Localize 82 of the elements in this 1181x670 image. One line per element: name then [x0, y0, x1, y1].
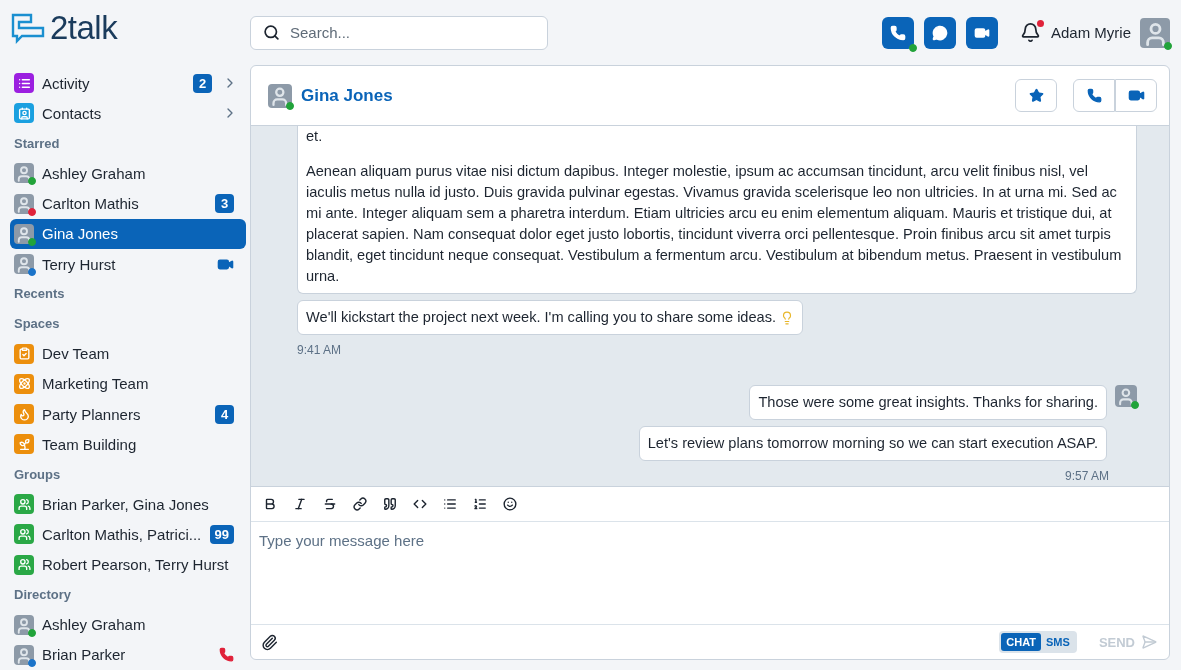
space-icon	[14, 404, 34, 425]
space-icon	[14, 343, 34, 364]
phone-button[interactable]	[881, 16, 914, 49]
avatar-placeholder	[14, 163, 34, 184]
sidebar-item[interactable]: Ashley Graham	[10, 609, 246, 640]
avatar-placeholder	[1140, 17, 1170, 48]
app-logo: 2talk	[50, 9, 118, 47]
space-icon	[14, 373, 34, 394]
message-time: 9:41 AM	[297, 343, 342, 357]
section-heading: Groups	[13, 465, 62, 484]
video-call-button[interactable]	[1115, 79, 1157, 112]
contact-card-icon	[14, 103, 34, 124]
link-button[interactable]	[353, 497, 367, 511]
section-heading: Directory	[13, 586, 73, 605]
sidebar-item[interactable]: Dev Team	[10, 338, 246, 369]
user-name: Adam Myrie	[1050, 24, 1131, 41]
message-bubble: et. Aenean aliquam purus vitae nisi dictum dapibus. Integer molestie, ipsum ac accumsan tincidunt, arcu velit finibus nisl, vel iaculis metus nulla id justo. Duis gravida pulvinar egestas. Vivamus gravida scelerisque leo non ultricies. In at urna mi. Sed ac mi ante. Integer aliquam sem a pharetra interdum. Etiam ultricies arcu eu enim elementum aliquam. Mauris et tristique dui, at placerat sapien. Nam consequat dolor eget justo lobortis, tincidunt viverra orci pellentesque. Proin finibus arcu sit amet turpis blandit, eget tincidunt neque consequat. Vestibulum a fermentum arcu. Vestibulum at bibendum metus. Praesent in vestibulum urna.	[297, 126, 1137, 294]
star-button[interactable]	[1015, 79, 1057, 112]
italic-button[interactable]	[293, 497, 307, 511]
avatar-placeholder	[14, 193, 34, 214]
sidebar-item[interactable]: Gina Jones	[10, 218, 246, 249]
group-icon	[14, 494, 34, 515]
sidebar-item[interactable]: Robert Pearson, Terry Hurst	[10, 549, 246, 580]
numbered-list-button[interactable]	[473, 497, 487, 511]
search-field[interactable]: Search...	[250, 15, 548, 50]
avatar-placeholder	[14, 254, 34, 275]
attach-button[interactable]	[261, 633, 278, 651]
mode-option[interactable]: SMS	[1041, 633, 1075, 651]
unread-count: 3	[215, 194, 234, 213]
avatar-placeholder	[14, 614, 34, 635]
bullet-list-button[interactable]	[443, 497, 457, 511]
bell-icon	[1019, 22, 1041, 43]
mode-option[interactable]: CHAT	[1001, 633, 1042, 651]
quote-button[interactable]	[383, 497, 397, 511]
video-button[interactable]	[965, 16, 998, 49]
search-icon	[263, 24, 280, 41]
avatar-placeholder	[1115, 385, 1137, 407]
nav-item[interactable]: Contacts	[10, 98, 246, 129]
status-dot	[1131, 401, 1139, 409]
avatar-placeholder	[14, 223, 34, 244]
logo-icon	[10, 12, 46, 44]
send-icon	[1141, 634, 1157, 650]
phone-icon	[889, 24, 906, 41]
notifications-button[interactable]	[1019, 22, 1041, 43]
section-heading: Starred	[13, 134, 61, 153]
unread-count: 4	[215, 404, 234, 424]
nav-item[interactable]: Activity 2	[10, 68, 246, 99]
unread-count: 99	[209, 524, 234, 544]
code-button[interactable]	[413, 497, 427, 511]
strikethrough-button[interactable]	[323, 497, 337, 511]
sidebar-item[interactable]: Team Building	[10, 429, 246, 460]
avatar-placeholder	[268, 83, 292, 108]
chat-bubble-icon	[931, 24, 948, 41]
call-button[interactable]	[1073, 79, 1115, 112]
phone-icon	[1086, 88, 1102, 103]
search-input[interactable]: Search...	[288, 23, 535, 42]
paperclip-icon	[261, 633, 278, 651]
group-icon	[14, 554, 34, 575]
sidebar-item[interactable]: Carlton Mathis, Patrici... 99	[10, 519, 246, 550]
group-icon	[14, 524, 34, 545]
message-bubble: We'll kickstart the project next week. I'm calling you to share some ideas.	[297, 300, 804, 335]
sidebar-item[interactable]: Terry Hurst	[10, 248, 246, 280]
sidebar-item[interactable]: Brian Parker, Gina Jones	[10, 489, 246, 520]
sidebar-item[interactable]: Party Planners 4	[10, 398, 246, 430]
emoji-button[interactable]	[503, 497, 517, 511]
message-bubble: Those were some great insights. Thanks for sharing.	[749, 385, 1107, 420]
contact-name: Gina Jones	[301, 85, 394, 106]
chat-button[interactable]	[923, 16, 956, 49]
message-bubble: Let's review plans tomorrow morning so we can start execution ASAP.	[638, 426, 1107, 461]
bold-button[interactable]	[263, 497, 277, 511]
section-heading: Spaces	[13, 315, 61, 334]
list-icon	[14, 73, 34, 94]
star-icon	[1028, 88, 1044, 103]
space-icon	[14, 434, 34, 455]
sidebar-item[interactable]: Marketing Team	[10, 368, 246, 399]
sidebar-item[interactable]: Ashley Graham	[10, 158, 246, 189]
sidebar-item[interactable]: Carlton Mathis 3	[10, 188, 246, 219]
message-time: 9:57 AM	[1064, 469, 1110, 483]
sidebar-item[interactable]: Brian Parker	[10, 639, 246, 670]
unread-count: 2	[193, 73, 212, 93]
section-heading: Recents	[13, 285, 66, 304]
avatar-placeholder	[14, 644, 34, 665]
